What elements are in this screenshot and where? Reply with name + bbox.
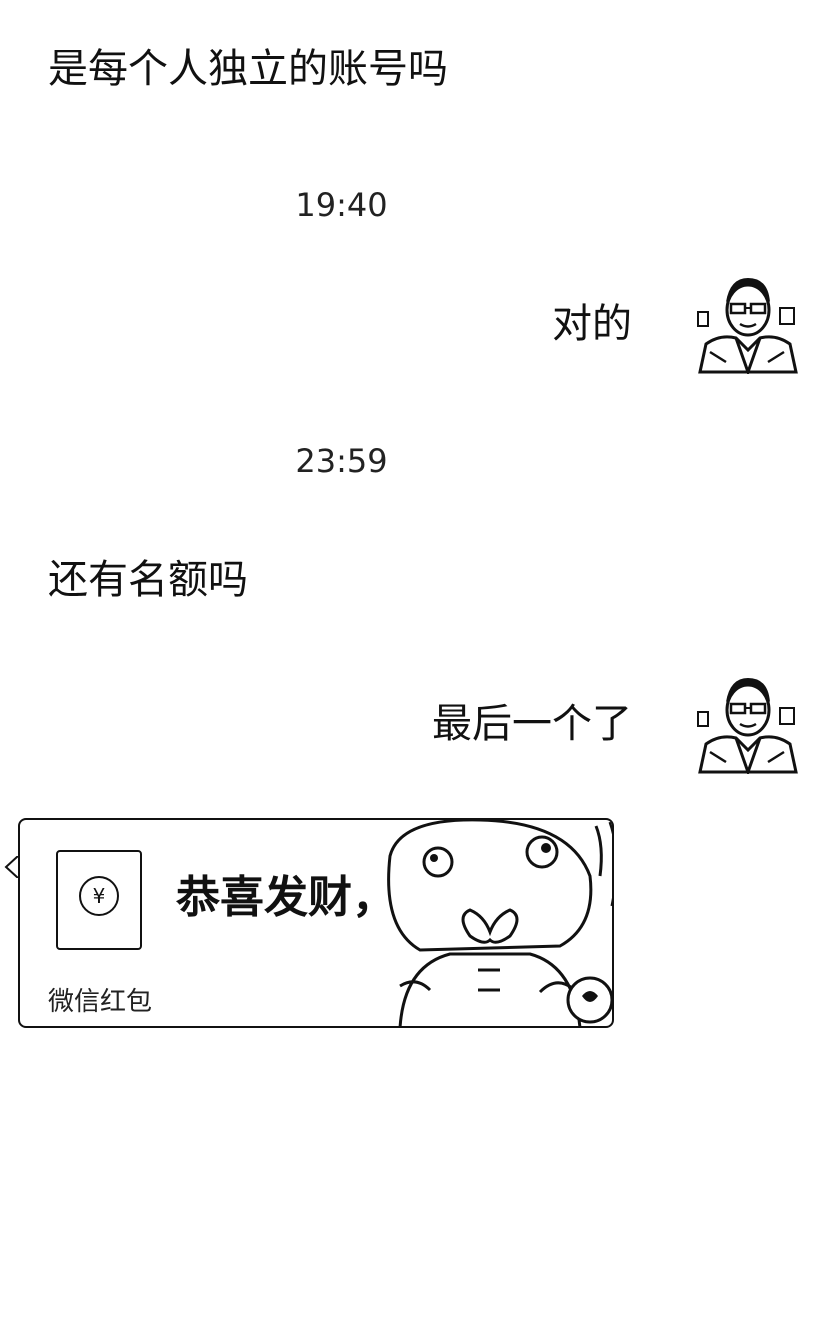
incoming-message-text[interactable]: 是每个人独立的账号吗 bbox=[48, 45, 448, 93]
outgoing-message-text[interactable]: 对的 bbox=[552, 300, 632, 348]
red-packet-envelope-icon: ¥ bbox=[56, 850, 142, 950]
bubble-tail-icon bbox=[4, 856, 18, 878]
incoming-message-text[interactable]: 还有名额吗 bbox=[48, 556, 248, 604]
timestamp: 19:40 bbox=[295, 186, 388, 224]
yuan-coin-icon: ¥ bbox=[79, 876, 119, 916]
red-packet-label: 微信红包 bbox=[48, 987, 153, 1017]
red-packet-card[interactable]: ¥ 恭喜发财，大吉大利 微信红包 bbox=[18, 818, 614, 1028]
user-avatar-icon[interactable] bbox=[696, 672, 798, 774]
outgoing-message-text[interactable]: 最后一个了 bbox=[432, 700, 632, 748]
user-avatar-icon[interactable] bbox=[696, 272, 798, 374]
cartoon-character-icon bbox=[387, 820, 612, 1026]
timestamp: 23:59 bbox=[295, 442, 388, 480]
